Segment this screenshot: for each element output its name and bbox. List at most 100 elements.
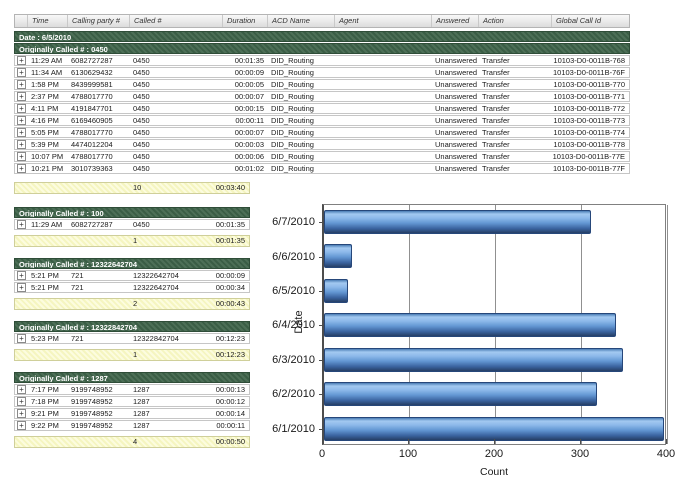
table-row[interactable]: +7:18 PM9199748952128700:00:12 bbox=[14, 396, 250, 407]
table-row[interactable]: +5:21 PM7211232264270400:00:09 bbox=[14, 270, 250, 281]
x-axis-tick-label: 0 bbox=[319, 448, 325, 460]
cell-called: 0450 bbox=[130, 128, 223, 138]
expand-row-button[interactable]: + bbox=[17, 116, 26, 125]
chart-bar bbox=[324, 313, 616, 337]
expand-cell: + bbox=[15, 421, 28, 430]
cell-time: 4:11 PM bbox=[28, 104, 68, 114]
column-header-duration[interactable]: Duration bbox=[223, 15, 268, 27]
expand-cell: + bbox=[15, 283, 28, 292]
group-header[interactable]: Originally Called # : 1287 bbox=[14, 372, 250, 383]
expand-cell: + bbox=[15, 409, 28, 418]
call-group: Originally Called # : 12322842704+5:23 P… bbox=[14, 321, 250, 361]
cell-acd-name: DID_Routing bbox=[268, 92, 335, 102]
cell-duration: 00:00:09 bbox=[206, 271, 249, 281]
expand-row-button[interactable]: + bbox=[17, 409, 26, 418]
x-axis-tick bbox=[408, 439, 409, 444]
column-header-calling-party[interactable]: Calling party # bbox=[68, 15, 130, 27]
table-row[interactable]: +11:29 AM6082727287045000:01:35DID_Routi… bbox=[14, 55, 630, 66]
expand-row-button[interactable]: + bbox=[17, 283, 26, 292]
expand-row-button[interactable]: + bbox=[17, 80, 26, 89]
expand-row-button[interactable]: + bbox=[17, 271, 26, 280]
chart-x-axis-title: Count bbox=[322, 466, 666, 478]
x-axis-tick bbox=[580, 439, 581, 444]
cell-time: 5:39 PM bbox=[28, 140, 68, 150]
column-header-global-call-id[interactable]: Global Call Id bbox=[552, 15, 629, 27]
cell-action: Transfer bbox=[479, 152, 552, 162]
cell-called: 0450 bbox=[130, 164, 223, 174]
table-row[interactable]: +5:23 PM7211232284270400:12:23 bbox=[14, 333, 250, 344]
cell-called: 0450 bbox=[130, 68, 223, 78]
expand-cell: + bbox=[15, 104, 28, 113]
expand-cell: + bbox=[15, 116, 28, 125]
cell-time: 10:07 PM bbox=[28, 152, 68, 162]
chart-gridline bbox=[667, 205, 668, 444]
chart-category-row: 6/4/2010 bbox=[324, 308, 665, 342]
column-header-answered[interactable]: Answered bbox=[432, 15, 479, 27]
expand-cell: + bbox=[15, 334, 28, 343]
expand-row-button[interactable]: + bbox=[17, 385, 26, 394]
table-row[interactable]: +1:58 PM8439999581045000:00:05DID_Routin… bbox=[14, 79, 630, 90]
expand-row-button[interactable]: + bbox=[17, 104, 26, 113]
column-header-expand[interactable] bbox=[15, 15, 28, 27]
group-header[interactable]: Originally Called # : 12322642704 bbox=[14, 258, 250, 269]
expand-cell: + bbox=[15, 128, 28, 137]
column-header-action[interactable]: Action bbox=[479, 15, 552, 27]
group-summary-row: 200:00:43 bbox=[14, 298, 250, 310]
summary-total-duration: 00:00:43 bbox=[206, 299, 249, 309]
cell-called: 0450 bbox=[130, 220, 206, 230]
expand-cell: + bbox=[15, 56, 28, 65]
cell-action: Transfer bbox=[479, 104, 552, 114]
cell-time: 11:29 AM bbox=[28, 220, 68, 230]
cell-acd-name: DID_Routing bbox=[268, 164, 335, 174]
cell-time: 5:05 PM bbox=[28, 128, 68, 138]
expand-row-button[interactable]: + bbox=[17, 164, 26, 173]
table-row[interactable]: +5:39 PM4474012204045000:00:03DID_Routin… bbox=[14, 139, 630, 150]
cell-duration: 00:00:15 bbox=[223, 104, 268, 114]
table-row[interactable]: +9:21 PM9199748952128700:00:14 bbox=[14, 408, 250, 419]
expand-row-button[interactable]: + bbox=[17, 397, 26, 406]
expand-row-button[interactable]: + bbox=[17, 68, 26, 77]
cell-calling-party: 6130629432 bbox=[68, 68, 130, 78]
column-header-called[interactable]: Called # bbox=[130, 15, 223, 27]
chart-category-row: 6/7/2010 bbox=[324, 205, 665, 239]
group-header[interactable]: Originally Called # : 12322842704 bbox=[14, 321, 250, 332]
cell-answered: Unanswered bbox=[432, 140, 479, 150]
group-header[interactable]: Originally Called # : 100 bbox=[14, 207, 250, 218]
expand-cell: + bbox=[15, 271, 28, 280]
column-header-acd-name[interactable]: ACD Name bbox=[268, 15, 335, 27]
table-row[interactable]: +11:34 AM6130629432045000:00:09DID_Routi… bbox=[14, 67, 630, 78]
expand-row-button[interactable]: + bbox=[17, 56, 26, 65]
group-header[interactable]: Originally Called # : 0450 bbox=[14, 43, 630, 54]
cell-acd-name: DID_Routing bbox=[268, 128, 335, 138]
table-row[interactable]: +4:16 PM6169460905045000:00:11DID_Routin… bbox=[14, 115, 630, 126]
table-row[interactable]: +5:21 PM7211232264270400:00:34 bbox=[14, 282, 250, 293]
table-row[interactable]: +5:05 PM4788017770045000:00:07DID_Routin… bbox=[14, 127, 630, 138]
call-group: Originally Called # : 1287+7:17 PM919974… bbox=[14, 372, 250, 448]
cell-calling-party: 4788017770 bbox=[68, 152, 130, 162]
expand-row-button[interactable]: + bbox=[17, 152, 26, 161]
cell-duration: 00:00:13 bbox=[206, 385, 249, 395]
expand-row-button[interactable]: + bbox=[17, 92, 26, 101]
cell-global-call-id: 10103-D0-0011B-76F bbox=[552, 68, 629, 78]
column-header-time[interactable]: Time bbox=[28, 15, 68, 27]
expand-row-button[interactable]: + bbox=[17, 140, 26, 149]
column-header-agent[interactable]: Agent bbox=[335, 15, 432, 27]
date-group-header[interactable]: Date : 6/5/2010 bbox=[14, 31, 630, 42]
expand-row-button[interactable]: + bbox=[17, 334, 26, 343]
table-row[interactable]: +4:11 PM4191847701045000:00:15DID_Routin… bbox=[14, 103, 630, 114]
expand-row-button[interactable]: + bbox=[17, 128, 26, 137]
table-row[interactable]: +10:07 PM4788017770045000:00:06DID_Routi… bbox=[14, 151, 630, 162]
call-group: Originally Called # : 12322642704+5:21 P… bbox=[14, 258, 250, 310]
expand-row-button[interactable]: + bbox=[17, 421, 26, 430]
table-row[interactable]: +9:22 PM9199748952128700:00:11 bbox=[14, 420, 250, 431]
cell-duration: 00:12:23 bbox=[206, 334, 249, 344]
summary-call-count: 1 bbox=[130, 236, 206, 246]
cell-global-call-id: 10103-D0-0011B-772 bbox=[552, 104, 629, 114]
chart-bar bbox=[324, 417, 664, 441]
cell-answered: Unanswered bbox=[432, 56, 479, 66]
table-row[interactable]: +11:29 AM6082727287045000:01:35 bbox=[14, 219, 250, 230]
table-row[interactable]: +2:37 PM4788017770045000:00:07DID_Routin… bbox=[14, 91, 630, 102]
table-row[interactable]: +7:17 PM9199748952128700:00:13 bbox=[14, 384, 250, 395]
table-row[interactable]: +10:21 PM3010739363045000:01:02DID_Routi… bbox=[14, 163, 630, 174]
expand-row-button[interactable]: + bbox=[17, 220, 26, 229]
